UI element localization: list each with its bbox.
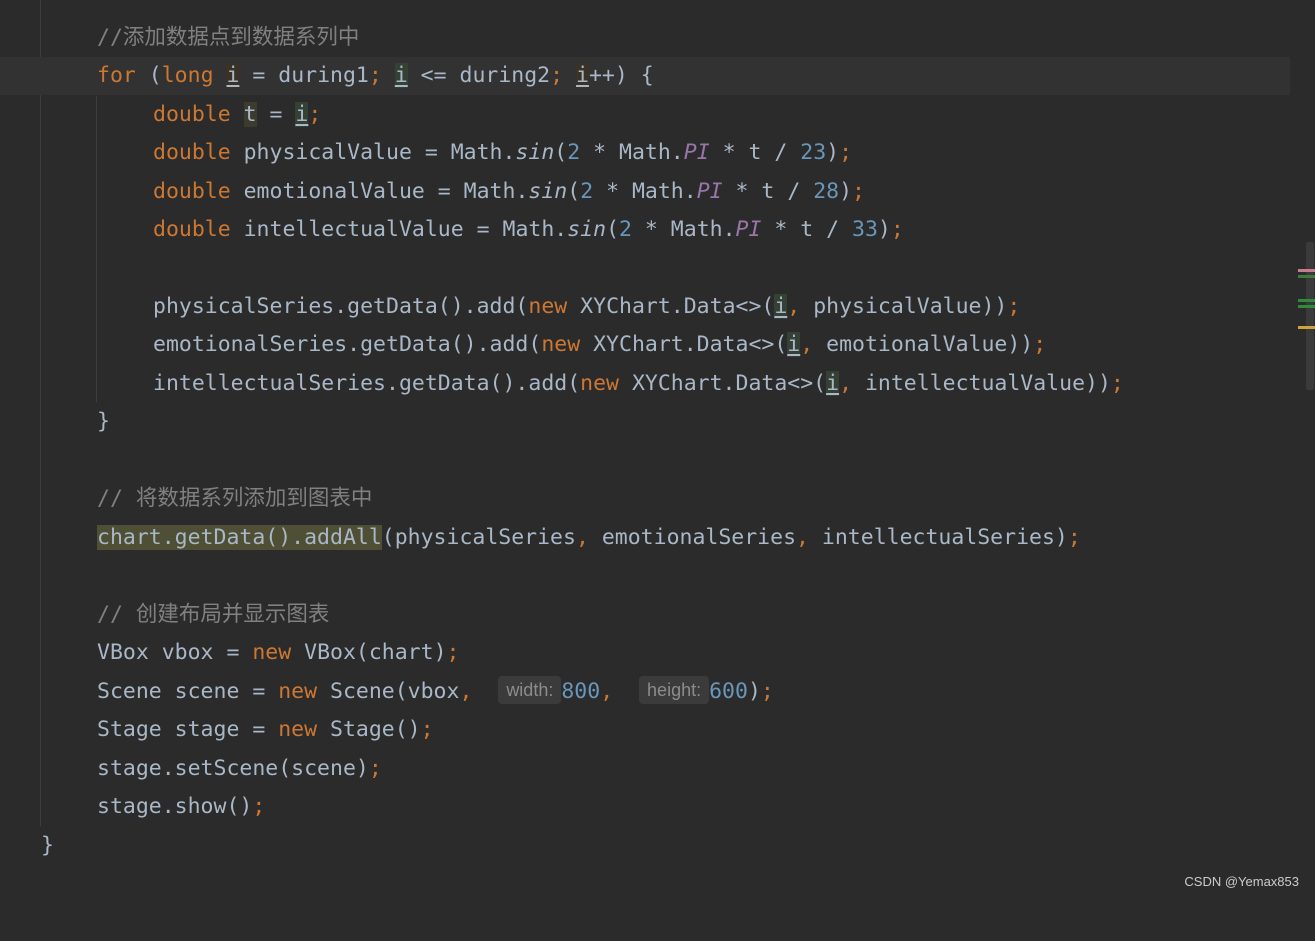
code-line[interactable]: } bbox=[0, 827, 1290, 865]
vertical-scrollbar[interactable] bbox=[1306, 242, 1314, 390]
watermark: CSDN @Yemax853 bbox=[1184, 874, 1299, 889]
code-line[interactable]: double emotionalValue = Math.sin(2 * Mat… bbox=[0, 173, 1290, 211]
code-text: physicalSeries.getData().add(new XYChart… bbox=[153, 294, 1021, 319]
param-hint-height: height: bbox=[639, 676, 710, 704]
error-stripe-mark[interactable] bbox=[1298, 305, 1315, 308]
code-line[interactable]: physicalSeries.getData().add(new XYChart… bbox=[0, 288, 1290, 326]
code-editor[interactable]: //添加数据点到数据系列中 for (long i = during1; i <… bbox=[0, 0, 1315, 899]
code-line[interactable]: Stage stage = new Stage(); bbox=[0, 711, 1290, 749]
code-line[interactable]: double intellectualValue = Math.sin(2 * … bbox=[0, 211, 1290, 249]
code-text: stage.show(); bbox=[97, 794, 266, 819]
comment: // 将数据系列添加到图表中 bbox=[97, 486, 373, 511]
code-line[interactable]: emotionalSeries.getData().add(new XYChar… bbox=[0, 326, 1290, 364]
code-text: double emotionalValue = Math.sin(2 * Mat… bbox=[153, 179, 865, 204]
comment: // 创建布局并显示图表 bbox=[97, 602, 330, 627]
code-line[interactable]: // 将数据系列添加到图表中 bbox=[0, 480, 1290, 518]
error-stripe-mark[interactable] bbox=[1298, 299, 1315, 302]
code-line-current[interactable]: for (long i = during1; i <= during2; i++… bbox=[0, 57, 1290, 95]
code-line[interactable]: //添加数据点到数据系列中 bbox=[0, 19, 1290, 57]
code-line[interactable]: Scene scene = new Scene(vbox, width: 800,… bbox=[0, 673, 1290, 711]
comment: //添加数据点到数据系列中 bbox=[97, 25, 360, 50]
error-stripe-mark[interactable] bbox=[1298, 275, 1315, 278]
code-text: intellectualSeries.getData().add(new XYC… bbox=[153, 371, 1124, 396]
code-text: double intellectualValue = Math.sin(2 * … bbox=[153, 217, 904, 242]
code-line[interactable]: intellectualSeries.getData().add(new XYC… bbox=[0, 365, 1290, 403]
code-text: Scene scene = new Scene(vbox, width: 800,… bbox=[97, 673, 774, 711]
code-line[interactable]: chart.getData().addAll(physicalSeries, e… bbox=[0, 519, 1290, 557]
code-text: double t = i; bbox=[153, 102, 322, 127]
code-text: for (long i = during1; i <= during2; i++… bbox=[97, 63, 654, 88]
code-text: } bbox=[97, 409, 110, 434]
error-stripe-mark[interactable] bbox=[1298, 326, 1315, 329]
code-text: Stage stage = new Stage(); bbox=[97, 717, 434, 742]
code-line[interactable]: VBox vbox = new VBox(chart); bbox=[0, 634, 1290, 672]
code-text: stage.setScene(scene); bbox=[97, 756, 382, 781]
selection-highlight: chart.getData().addAll bbox=[97, 525, 382, 550]
param-hint-width: width: bbox=[498, 676, 562, 704]
code-line[interactable]: stage.show(); bbox=[0, 788, 1290, 826]
code-text: VBox vbox = new VBox(chart); bbox=[97, 640, 460, 665]
code-text: double physicalValue = Math.sin(2 * Math… bbox=[153, 140, 853, 165]
error-stripe-mark[interactable] bbox=[1298, 269, 1315, 272]
code-line[interactable]: double t = i; bbox=[0, 96, 1290, 134]
code-text: } bbox=[41, 833, 54, 858]
code-line[interactable]: // 创建布局并显示图表 bbox=[0, 596, 1290, 634]
code-line[interactable]: } bbox=[0, 403, 1290, 441]
code-line[interactable]: stage.setScene(scene); bbox=[0, 750, 1290, 788]
code-text: chart.getData().addAll(physicalSeries, e… bbox=[97, 525, 1081, 550]
code-text: emotionalSeries.getData().add(new XYChar… bbox=[153, 332, 1047, 357]
code-line[interactable]: double physicalValue = Math.sin(2 * Math… bbox=[0, 134, 1290, 172]
